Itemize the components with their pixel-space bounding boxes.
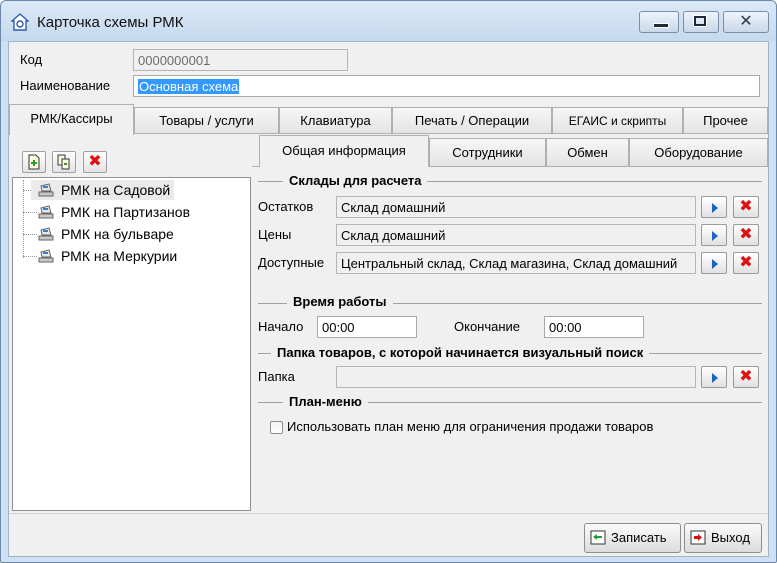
available-clear-button[interactable]: ✖ — [733, 252, 759, 274]
name-label: Наименование — [20, 78, 111, 93]
add-button[interactable] — [22, 151, 46, 173]
save-button-label: Записать — [611, 530, 667, 545]
window-title: Карточка схемы РМК — [37, 14, 184, 31]
clear-icon: ✖ — [739, 254, 753, 271]
minimize-icon — [653, 23, 669, 28]
cash-register-icon — [38, 227, 54, 241]
tree-guide — [23, 180, 24, 258]
exit-button[interactable]: Выход — [684, 523, 762, 553]
tab-keyboard[interactable]: Клавиатура — [279, 107, 392, 133]
stock-clear-button[interactable]: ✖ — [733, 196, 759, 218]
arrow-right-icon — [712, 373, 718, 383]
delete-button[interactable]: ✖ — [83, 151, 107, 173]
arrow-right-icon — [712, 203, 718, 213]
available-label: Доступные — [258, 255, 325, 270]
prices-select-button[interactable] — [701, 224, 727, 246]
clear-icon: ✖ — [739, 368, 753, 385]
code-label: Код — [20, 52, 43, 67]
maximize-button[interactable] — [683, 11, 719, 33]
tree-item-label: РМК на Садовой — [61, 182, 171, 198]
start-time-input[interactable]: 00:00 — [317, 316, 417, 338]
clear-icon: ✖ — [739, 198, 753, 215]
title-bar[interactable]: Карточка схемы РМК ✕ — [1, 1, 776, 41]
subtab-exchange[interactable]: Обмен — [546, 138, 629, 166]
arrow-right-icon — [712, 259, 718, 269]
available-warehouse-field: Центральный склад, Склад магазина, Склад… — [336, 252, 696, 274]
card-window: Карточка схемы РМК ✕ Код 0000000001 Наим… — [0, 0, 777, 563]
start-time-label: Начало — [258, 319, 304, 334]
subtab-general-info[interactable]: Общая информация — [259, 135, 429, 167]
close-button[interactable]: ✕ — [723, 11, 769, 33]
tab-rmk-cashiers[interactable]: РМК/Кассиры — [9, 104, 134, 135]
save-icon — [590, 530, 606, 545]
subtab-employees[interactable]: Сотрудники — [429, 138, 546, 166]
arrow-right-icon — [712, 231, 718, 241]
stock-warehouse-field: Склад домашний — [336, 196, 696, 218]
tab-egais-scripts[interactable]: ЕГАИС и скрипты — [552, 107, 683, 133]
footer-divider — [9, 513, 768, 514]
folder-field — [336, 366, 696, 388]
plan-menu-checkbox-label[interactable]: Использовать план меню для ограничения п… — [287, 419, 653, 434]
add-icon — [28, 154, 40, 170]
copy-icon — [57, 154, 70, 170]
tree-item[interactable]: РМК на Партизанов — [31, 202, 194, 222]
plan-menu-checkbox[interactable] — [270, 421, 283, 434]
work-time-heading: Время работы — [287, 294, 393, 309]
folder-heading: Папка товаров, с которой начинается визу… — [271, 345, 650, 360]
cash-register-icon — [38, 183, 54, 197]
delete-icon: ✖ — [88, 153, 102, 170]
main-tabs: РМК/Кассиры Товары / услуги Клавиатура П… — [9, 104, 768, 135]
save-button[interactable]: Записать — [584, 523, 681, 553]
cash-register-icon — [38, 249, 54, 263]
tree-item[interactable]: РМК на бульваре — [31, 224, 178, 244]
rmk-tree[interactable]: РМК на Садовой РМК на Партизанов РМК на … — [12, 177, 251, 511]
maximize-icon — [693, 15, 707, 27]
plan-menu-heading: План-меню — [283, 394, 368, 409]
client-area: Код 0000000001 Наименование Основная схе… — [8, 41, 769, 557]
end-time-input[interactable]: 00:00 — [544, 316, 644, 338]
tab-print-operations[interactable]: Печать / Операции — [392, 107, 552, 133]
prices-label: Цены — [258, 227, 292, 242]
minimize-button[interactable] — [639, 11, 679, 33]
clear-icon: ✖ — [739, 226, 753, 243]
tab-goods-services[interactable]: Товары / услуги — [134, 107, 279, 133]
tab-divider — [134, 133, 768, 134]
code-field: 0000000001 — [133, 49, 348, 71]
name-field-text: Основная схема — [138, 79, 240, 94]
stock-select-button[interactable] — [701, 196, 727, 218]
exit-button-label: Выход — [711, 530, 750, 545]
close-icon: ✕ — [739, 13, 753, 30]
tree-item[interactable]: РМК на Садовой — [31, 180, 175, 200]
exit-icon — [690, 530, 706, 545]
tree-item-label: РМК на бульваре — [61, 226, 174, 242]
tree-item-label: РМК на Меркурии — [61, 248, 178, 264]
available-select-button[interactable] — [701, 252, 727, 274]
prices-warehouse-field: Склад домашний — [336, 224, 696, 246]
app-icon — [11, 13, 29, 31]
tree-item[interactable]: РМК на Меркурии — [31, 246, 181, 266]
stock-label: Остатков — [258, 199, 314, 214]
warehouses-heading: Склады для расчета — [283, 173, 428, 188]
tab-egais-scripts-label: ЕГАИС и скрипты — [568, 114, 667, 128]
end-time-label: Окончание — [454, 319, 521, 334]
folder-label: Папка — [258, 369, 295, 384]
prices-clear-button[interactable]: ✖ — [733, 224, 759, 246]
name-field[interactable]: Основная схема — [133, 75, 760, 97]
folder-select-button[interactable] — [701, 366, 727, 388]
tab-other[interactable]: Прочее — [683, 107, 768, 133]
folder-clear-button[interactable]: ✖ — [733, 366, 759, 388]
cash-register-icon — [38, 205, 54, 219]
copy-button[interactable] — [52, 151, 76, 173]
tree-item-label: РМК на Партизанов — [61, 204, 191, 220]
subtab-equipment[interactable]: Оборудование — [629, 138, 768, 166]
